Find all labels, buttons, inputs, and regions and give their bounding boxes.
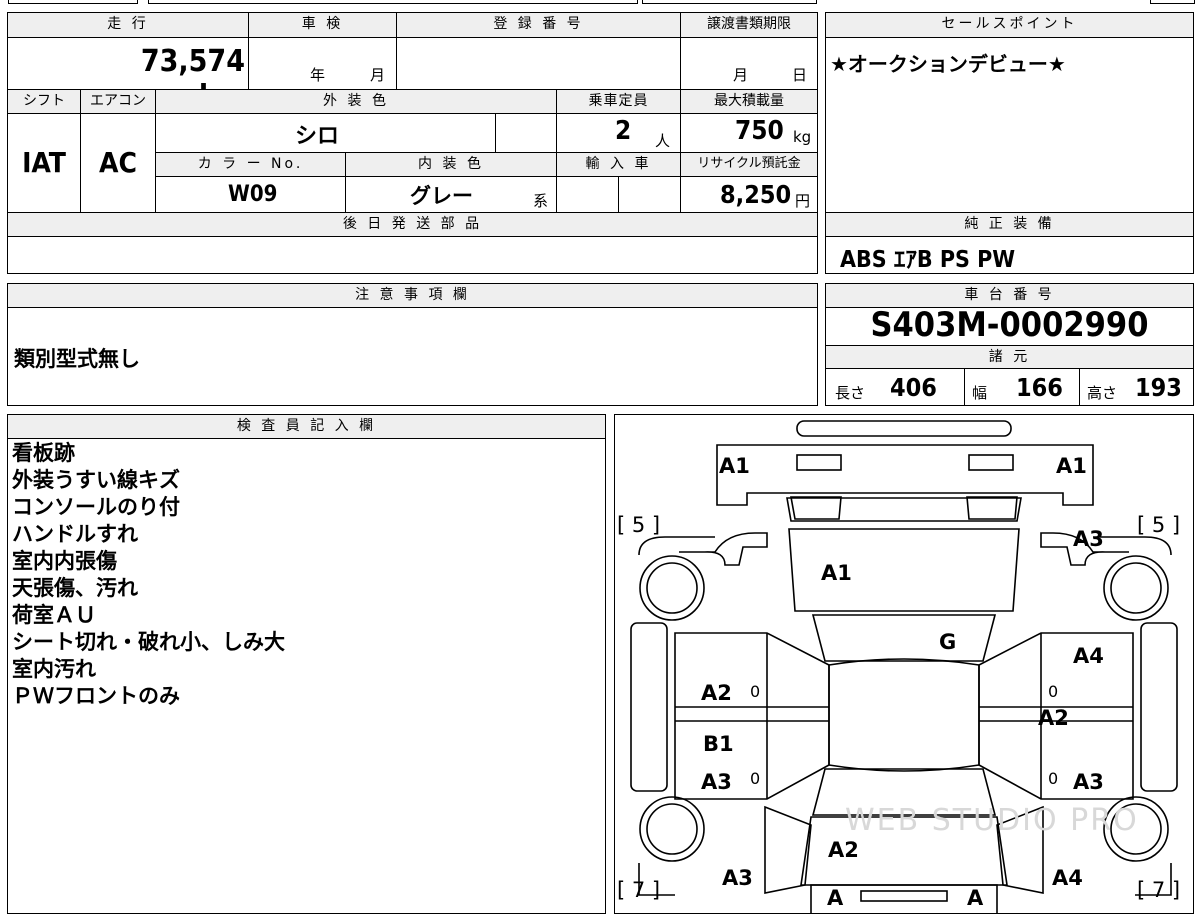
zero-mark: 0: [750, 682, 760, 701]
top-strip-mid: [148, 0, 638, 4]
tire-front-right: [ 5 ]: [1137, 513, 1180, 537]
top-strip-left: [8, 0, 138, 4]
capacity-value: 2: [615, 116, 632, 146]
exterior-color-label: 外 装 色: [156, 90, 556, 113]
notes-label: 注 意 事 項 欄: [8, 284, 817, 308]
sales-point-text: ★オークションデビュー★: [830, 52, 1066, 76]
length-label: 長さ: [835, 384, 866, 402]
exterior-color-value: シロ: [295, 124, 340, 149]
mileage-label: 走 行: [8, 13, 248, 37]
inspection-year: 年: [310, 66, 326, 84]
inspector-remarks: 看板跡 外装うすい線キズ コンソールのり付 ハンドルすれ 室内内張傷 天張傷、汚…: [12, 440, 285, 710]
mark-a-bottom-left: A: [827, 886, 844, 910]
top-strip-far: [1150, 0, 1195, 4]
shift-label: シフト: [8, 90, 80, 113]
later-parts-label: 後 日 発 送 部 品: [8, 213, 817, 237]
inspection-label: 車 検: [249, 13, 396, 37]
car-diagram-box: A1 A1 A3 A1 G A4 A2 A2 B1 A3 A3 A2 A3 A4…: [614, 414, 1194, 914]
remark-line: 室内内張傷: [12, 549, 117, 573]
specs-label: 諸 元: [826, 345, 1193, 369]
mark-a2-roof: A2: [828, 838, 859, 862]
ac-value: AC: [99, 146, 137, 179]
interior-color-suffix: 系: [533, 192, 549, 210]
import-label: 輸 入 車: [557, 153, 680, 176]
remark-line: ＰＷフロントのみ: [12, 684, 180, 708]
capacity-unit: 人: [655, 132, 671, 150]
height-label: 高さ: [1087, 384, 1118, 402]
notes-text: 類別型式無し: [14, 347, 140, 371]
mark-a3-left-bottom: A3: [722, 866, 753, 890]
height-value: 193: [1135, 373, 1182, 402]
zero-mark: 0: [1048, 769, 1058, 788]
transfer-day: 日: [792, 66, 808, 84]
remark-line: 看板跡: [12, 441, 75, 465]
remark-line: 室内汚れ: [12, 657, 96, 681]
registration-label: 登 録 番 号: [397, 13, 680, 37]
remark-line: 外装うすい線キズ: [12, 468, 180, 492]
width-label: 幅: [972, 384, 988, 402]
transfer-deadline-label: 譲渡書類期限: [681, 13, 817, 37]
chassis-number: S403M-0002990: [870, 305, 1149, 345]
remark-line: シート切れ・破れ小、しみ大: [12, 630, 285, 654]
mark-a-bottom-right: A: [967, 886, 984, 910]
remark-line: 荷室ＡＵ: [12, 603, 96, 627]
mark-a4-right-bottom: A4: [1052, 866, 1083, 890]
mark-a1-hood: A1: [821, 561, 852, 585]
max-load-label: 最大積載量: [681, 90, 817, 113]
color-no-value: W09: [228, 182, 278, 207]
mark-a3-front-right: A3: [1073, 527, 1104, 551]
watermark: WEB STUDIO PRO: [845, 803, 1139, 838]
recycle-value: 8,250: [720, 180, 792, 209]
tire-rear-right: [ 7 ]: [1137, 878, 1180, 902]
length-value: 406: [890, 373, 937, 402]
mark-a1-right: A1: [1056, 454, 1087, 478]
ac-label: エアコン: [81, 90, 155, 113]
zero-mark: 0: [1048, 682, 1058, 701]
recycle-label: リサイクル預託金: [681, 153, 817, 176]
mark-a2-left-front: A2: [701, 681, 732, 705]
capacity-label: 乗車定員: [557, 90, 680, 113]
sales-point-label: セールスポイント: [826, 13, 1193, 38]
mark-a3-right-rear: A3: [1073, 770, 1104, 794]
mark-g-windshield: G: [939, 630, 956, 654]
color-no-label: カ ラ ー No.: [156, 153, 345, 176]
remark-line: 天張傷、汚れ: [12, 576, 138, 600]
mark-a4-right-front: A4: [1073, 644, 1104, 668]
transfer-month: 月: [733, 66, 749, 84]
tire-rear-left: [ 7 ]: [617, 878, 660, 902]
remark-line: ハンドルすれ: [12, 522, 138, 546]
max-load-value: 750: [735, 116, 784, 146]
equipment-label: 純 正 装 備: [826, 213, 1193, 237]
mark-a1-left: A1: [719, 454, 750, 478]
recycle-unit: 円: [795, 192, 811, 210]
inspection-month: 月: [370, 66, 386, 84]
mark-a3-left-rear: A3: [701, 770, 732, 794]
car-diagram: A1 A1 A3 A1 G A4 A2 A2 B1 A3 A3 A2 A3 A4…: [617, 420, 1180, 913]
max-load-unit: kg: [793, 128, 812, 146]
mark-b1-left: B1: [703, 732, 734, 756]
sales-point-box: [825, 12, 1194, 213]
interior-color-label: 内 装 色: [346, 153, 556, 176]
interior-color-value: グレー: [410, 184, 473, 208]
top-strip-right: [642, 0, 817, 4]
remark-line: コンソールのり付: [12, 495, 180, 519]
tire-front-left: [ 5 ]: [617, 513, 660, 537]
width-value: 166: [1016, 373, 1063, 402]
inspector-label: 検 査 員 記 入 欄: [8, 415, 605, 439]
mark-a2-right: A2: [1038, 706, 1069, 730]
shift-value: IAT: [22, 146, 66, 179]
zero-mark: 0: [750, 769, 760, 788]
equipment-text: ABS ｴｱB PS PW: [840, 247, 1016, 273]
